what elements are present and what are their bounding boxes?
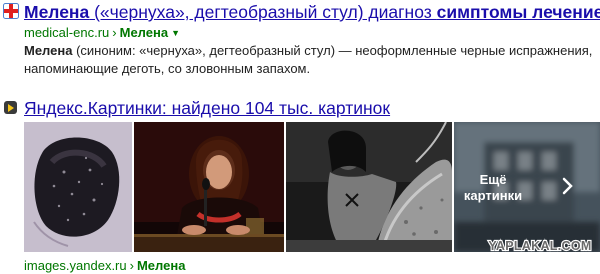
breadcrumb-item[interactable]: Мелена	[137, 258, 185, 273]
snippet-text: (синоним: «чернуха», дегтеобразный стул)…	[24, 43, 593, 76]
more-images-label-line2: картинки	[463, 188, 523, 203]
breadcrumb-item[interactable]: Мелена	[120, 25, 168, 40]
images-url-domain[interactable]: images.yandex.ru	[24, 258, 127, 273]
snippet-bold: Мелена	[24, 43, 73, 58]
result-title-bold: Мелена	[24, 2, 90, 22]
image-thumbnail-3[interactable]	[286, 122, 452, 252]
dropdown-triangle-icon[interactable]: ▼	[171, 28, 180, 38]
play-icon	[4, 101, 17, 114]
images-title-link[interactable]: Яндекс.Картинки: найдено 104 тыс. картин…	[24, 97, 390, 119]
result-url: medical-enc.ru › Мелена ▼	[24, 25, 180, 42]
image-thumbnail-1[interactable]	[24, 122, 132, 252]
result-url-domain[interactable]: medical-enc.ru	[24, 25, 109, 40]
result-snippet: Мелена (синоним: «чернуха», дегтеобразны…	[24, 42, 596, 78]
result-title-text: («чернуха», дегтеобразный стул) диагноз	[89, 2, 437, 22]
more-images-label-line1: Ещё	[479, 172, 507, 187]
red-cross-icon	[3, 3, 19, 19]
svg-text:YAPLAKAL.COM: YAPLAKAL.COM	[488, 239, 591, 253]
result-title-link[interactable]: Мелена («чернуха», дегтеобразный стул) д…	[24, 1, 600, 23]
more-images-label[interactable]: Ещё картинки	[458, 172, 528, 204]
result-title-bold-2: симптомы лечение	[436, 2, 600, 22]
watermark-logo: YAPLAKAL.COM YAPLAKAL.COM	[482, 237, 598, 254]
breadcrumb-separator: ›	[112, 25, 117, 40]
breadcrumb-separator: ›	[129, 258, 134, 273]
chevron-right-icon[interactable]	[562, 177, 574, 195]
images-url: images.yandex.ru › Мелена	[24, 258, 185, 274]
image-thumbnail-2[interactable]	[134, 122, 284, 252]
